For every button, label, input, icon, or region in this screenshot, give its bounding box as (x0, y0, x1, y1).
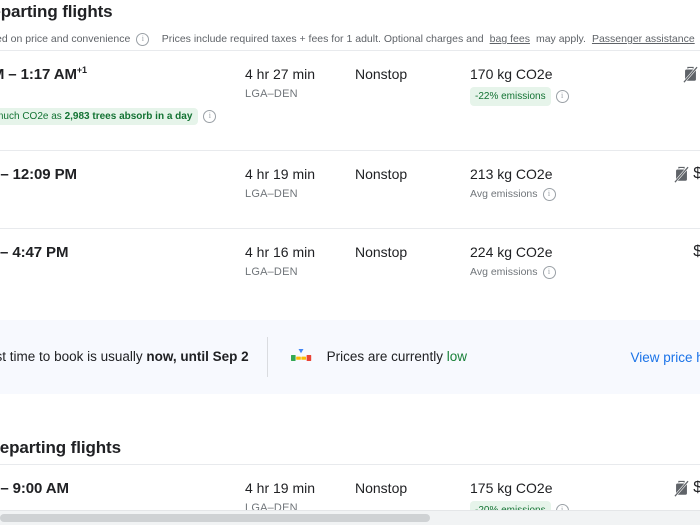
emissions-delta-chip: -22% emissions (470, 87, 551, 106)
airline-name: Frontier (0, 86, 245, 102)
info-icon-eco-badge[interactable] (203, 110, 217, 123)
flight-emissions-cell: 213 kg CO2e Avg emissions (470, 165, 645, 202)
flight-row[interactable]: 10:50 PM – 1:17 AM+1 Frontier Avoids as mu… (0, 51, 700, 151)
info-icon-emissions[interactable] (542, 188, 556, 201)
price-status-value: low (446, 349, 467, 364)
emissions-value: 170 kg CO2e (470, 66, 553, 82)
banner-divider (266, 337, 268, 377)
disclaimer-text: Prices include required taxes + fees for… (161, 33, 484, 45)
passenger-assistance-link[interactable]: Passenger assistance (592, 28, 695, 50)
flight-times-cell: 10:50 PM – 1:17 AM+1 Frontier Avoids as mu… (0, 65, 245, 125)
banner-top-spacer (0, 307, 700, 320)
emissions-note-row: -22% emissions (470, 87, 645, 106)
flight-row[interactable]: 2:31 PM – 4:47 PM Delta4 hr 16 min LGA–DEN… (0, 229, 700, 307)
price-status-text: Prices are currently low (327, 348, 467, 366)
airline-name: Delta (0, 264, 245, 280)
price-insights-banner: e cheapest time to book is usually now, … (0, 320, 700, 394)
view-price-history-link[interactable]: View price history (630, 350, 700, 365)
flight-duration: 4 hr 19 min (245, 166, 316, 182)
flight-stops-cell: Nonstop (355, 166, 408, 182)
sort-note-text: Ranked based on price and convenience (0, 33, 131, 45)
flight-row[interactable]: 9:50 AM – 12:09 PM United4 hr 19 min LGA–D… (0, 151, 700, 229)
emissions-note: Avg emissions (470, 266, 538, 278)
other-flights-heading: Other departing flights (0, 438, 121, 457)
info-icon-emissions[interactable] (555, 90, 569, 103)
price-graph-icon (290, 348, 314, 366)
flight-price-cell[interactable]: $109 (645, 243, 700, 261)
scrollbar-thumb[interactable] (0, 514, 430, 522)
flight-duration-cell: 4 hr 19 min LGA–DEN (245, 165, 355, 202)
flights-results-page: Best departing flights Ranked based on p… (0, 0, 700, 525)
disclaimer-mid-text: may apply. (535, 33, 586, 45)
eco-badge-row: Avoids as much CO2e as 2,983 trees absor… (0, 108, 245, 125)
flight-times: 2:31 PM – 4:47 PM (0, 244, 69, 261)
flight-times: 9:50 AM – 12:09 PM (0, 166, 77, 183)
flight-price: $109 (693, 479, 700, 496)
cheapest-time-pre: e cheapest time to book is usually (0, 349, 143, 364)
flight-duration-cell: 4 hr 16 min LGA–DEN (245, 243, 355, 280)
no-carry-on-bag-icon (674, 165, 690, 183)
flight-times: 10:50 PM – 1:17 AM+1 (0, 65, 87, 84)
cheapest-time-text: e cheapest time to book is usually now, … (0, 348, 249, 366)
flight-route: LGA–DEN (245, 188, 298, 200)
flight-price: $109 (693, 243, 700, 260)
info-icon-emissions[interactable] (542, 266, 556, 279)
flight-emissions-cell: 224 kg CO2e Avg emissions (470, 243, 645, 280)
flight-route: LGA–DEN (245, 88, 298, 100)
flight-duration: 4 hr 16 min (245, 244, 316, 260)
flight-duration: 4 hr 27 min (245, 66, 316, 82)
emissions-note: Avg emissions (470, 188, 538, 200)
emissions-note-row: Avg emissions (470, 187, 645, 202)
info-icon-sort[interactable] (136, 32, 150, 46)
flight-times-cell: 9:50 AM – 12:09 PM United (0, 165, 245, 202)
emissions-value: 175 kg CO2e (470, 480, 553, 496)
trees-eco-badge: Avoids as much CO2e as 2,983 trees absor… (0, 108, 199, 125)
flight-route: LGA–DEN (245, 266, 298, 278)
cheapest-time-bold: now, until Sep 2 (146, 349, 249, 364)
best-flights-header-block: Best departing flights Ranked based on p… (0, 0, 700, 50)
flight-stops-cell: Nonstop (355, 244, 408, 260)
bag-fees-link[interactable]: bag fees (490, 28, 530, 50)
flight-times: 6:41 AM – 9:00 AM (0, 480, 69, 497)
no-carry-on-bag-icon (674, 479, 690, 497)
flight-emissions-cell: 170 kg CO2e -22% emissions (470, 65, 645, 106)
price-disclaimer-bar: Ranked based on price and convenience Pr… (0, 28, 700, 50)
flight-price: $109 (693, 165, 700, 182)
price-status-pre: Prices are currently (326, 349, 443, 364)
best-flights-list: 10:50 PM – 1:17 AM+1 Frontier Avoids as mu… (0, 51, 700, 307)
best-flights-heading: Best departing flights (0, 2, 113, 21)
flight-times-cell: 2:31 PM – 4:47 PM Delta (0, 243, 245, 280)
flight-duration-cell: 4 hr 27 min LGA–DEN (245, 65, 355, 102)
flight-duration: 4 hr 19 min (245, 480, 316, 496)
flight-stops-cell: Nonstop (355, 480, 408, 496)
emissions-value: 224 kg CO2e (470, 244, 553, 260)
other-section-spacer (0, 394, 700, 438)
flight-stops-cell: Nonstop (355, 66, 408, 82)
emissions-value: 213 kg CO2e (470, 166, 553, 182)
next-day-marker: +1 (76, 65, 87, 75)
flight-price-cell[interactable]: $109 (645, 479, 700, 497)
emissions-note-row: Avg emissions (470, 265, 645, 280)
flight-price-cell[interactable]: $49 (645, 65, 700, 83)
airline-name: United (0, 186, 245, 202)
no-carry-on-bag-icon (682, 65, 698, 83)
scrolled-content: Best departing flights Ranked based on p… (0, 0, 700, 525)
horizontal-scrollbar[interactable] (0, 510, 700, 525)
flight-price-cell[interactable]: $109 (645, 165, 700, 183)
